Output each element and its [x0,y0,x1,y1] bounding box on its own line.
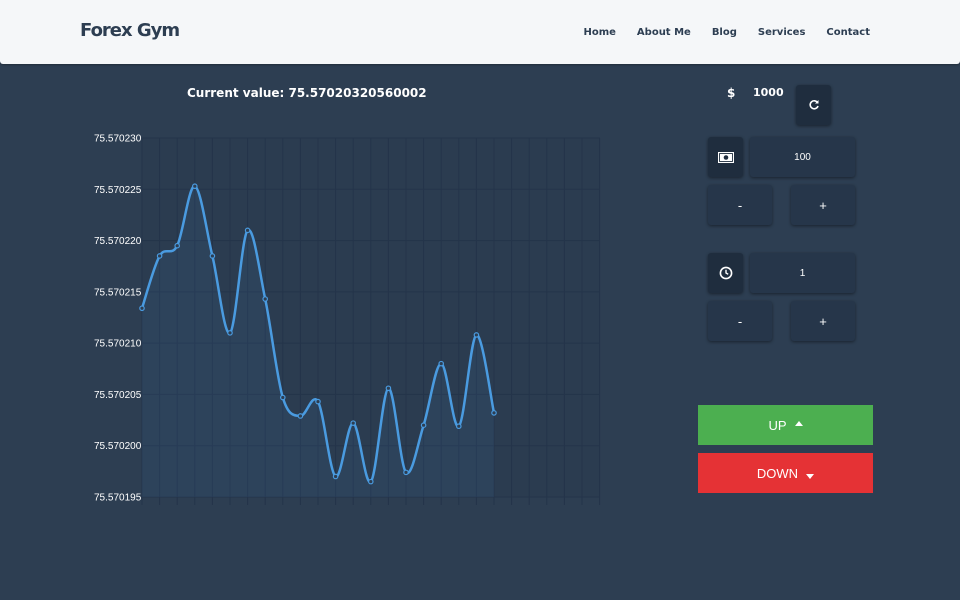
up-button[interactable]: UP [698,405,873,445]
refresh-icon [808,100,819,110]
clock-icon [719,266,732,280]
up-label: UP [768,417,787,433]
data-point [192,183,198,190]
amount-increase-button[interactable]: + [791,185,855,225]
y-tick-label: 75.570220 [94,236,142,247]
data-point [420,422,427,429]
data-point [385,385,392,392]
time-input[interactable]: 1 [750,253,855,293]
data-point [403,469,409,476]
amount-input[interactable]: 100 [750,137,855,177]
data-point [491,410,497,416]
caret-up-icon [794,420,803,426]
brand-logo[interactable]: Forex Gym [80,20,180,41]
y-tick-label: 75.570200 [94,441,142,452]
data-point [367,478,374,485]
currency-symbol: $ [727,86,736,100]
balance-value: 1000 [753,86,784,99]
data-point [473,332,480,338]
nav-home[interactable]: Home [583,27,615,38]
data-point [244,227,251,234]
navbar: Forex Gym Home About Me Blog Services Co… [0,0,960,64]
data-point [209,253,216,259]
nav-links: Home About Me Blog Services Contact [583,27,870,38]
data-point [455,423,462,430]
refresh-button[interactable] [796,85,831,125]
money-icon-box [708,137,743,177]
data-point [262,296,269,302]
data-point [438,360,445,367]
y-tick-label: 75.570225 [94,185,142,196]
nav-services[interactable]: Services [758,27,806,38]
y-tick-label: 75.570230 [94,134,142,145]
data-point [139,305,145,312]
current-value: Current value: 75.57020320560002 [187,86,427,100]
data-point [279,394,286,401]
y-tick-label: 75.570210 [94,339,142,350]
data-point [156,253,163,259]
data-point [315,398,321,405]
nav-about-me[interactable]: About Me [637,27,691,38]
money-icon [717,151,734,163]
caret-down-icon [806,473,815,479]
nav-contact[interactable]: Contact [826,27,870,38]
y-tick-label: 75.570215 [94,287,142,298]
down-button[interactable]: DOWN [698,453,873,493]
data-point [227,330,233,336]
data-point [332,473,339,480]
price-chart: 75.570230 75.570225 75.570220 75.570215 75.5… [94,134,601,505]
data-point [174,242,181,249]
nav-blog[interactable]: Blog [712,27,737,38]
time-decrease-button[interactable]: - [708,301,772,341]
y-tick-label: 75.570195 [94,493,142,504]
amount-decrease-button[interactable]: - [708,185,772,225]
clock-icon-box [708,253,743,293]
data-point [350,420,357,426]
y-tick-label: 75.570205 [94,390,142,401]
data-point [297,413,304,419]
time-increase-button[interactable]: + [791,301,855,341]
down-label: DOWN [756,465,799,481]
